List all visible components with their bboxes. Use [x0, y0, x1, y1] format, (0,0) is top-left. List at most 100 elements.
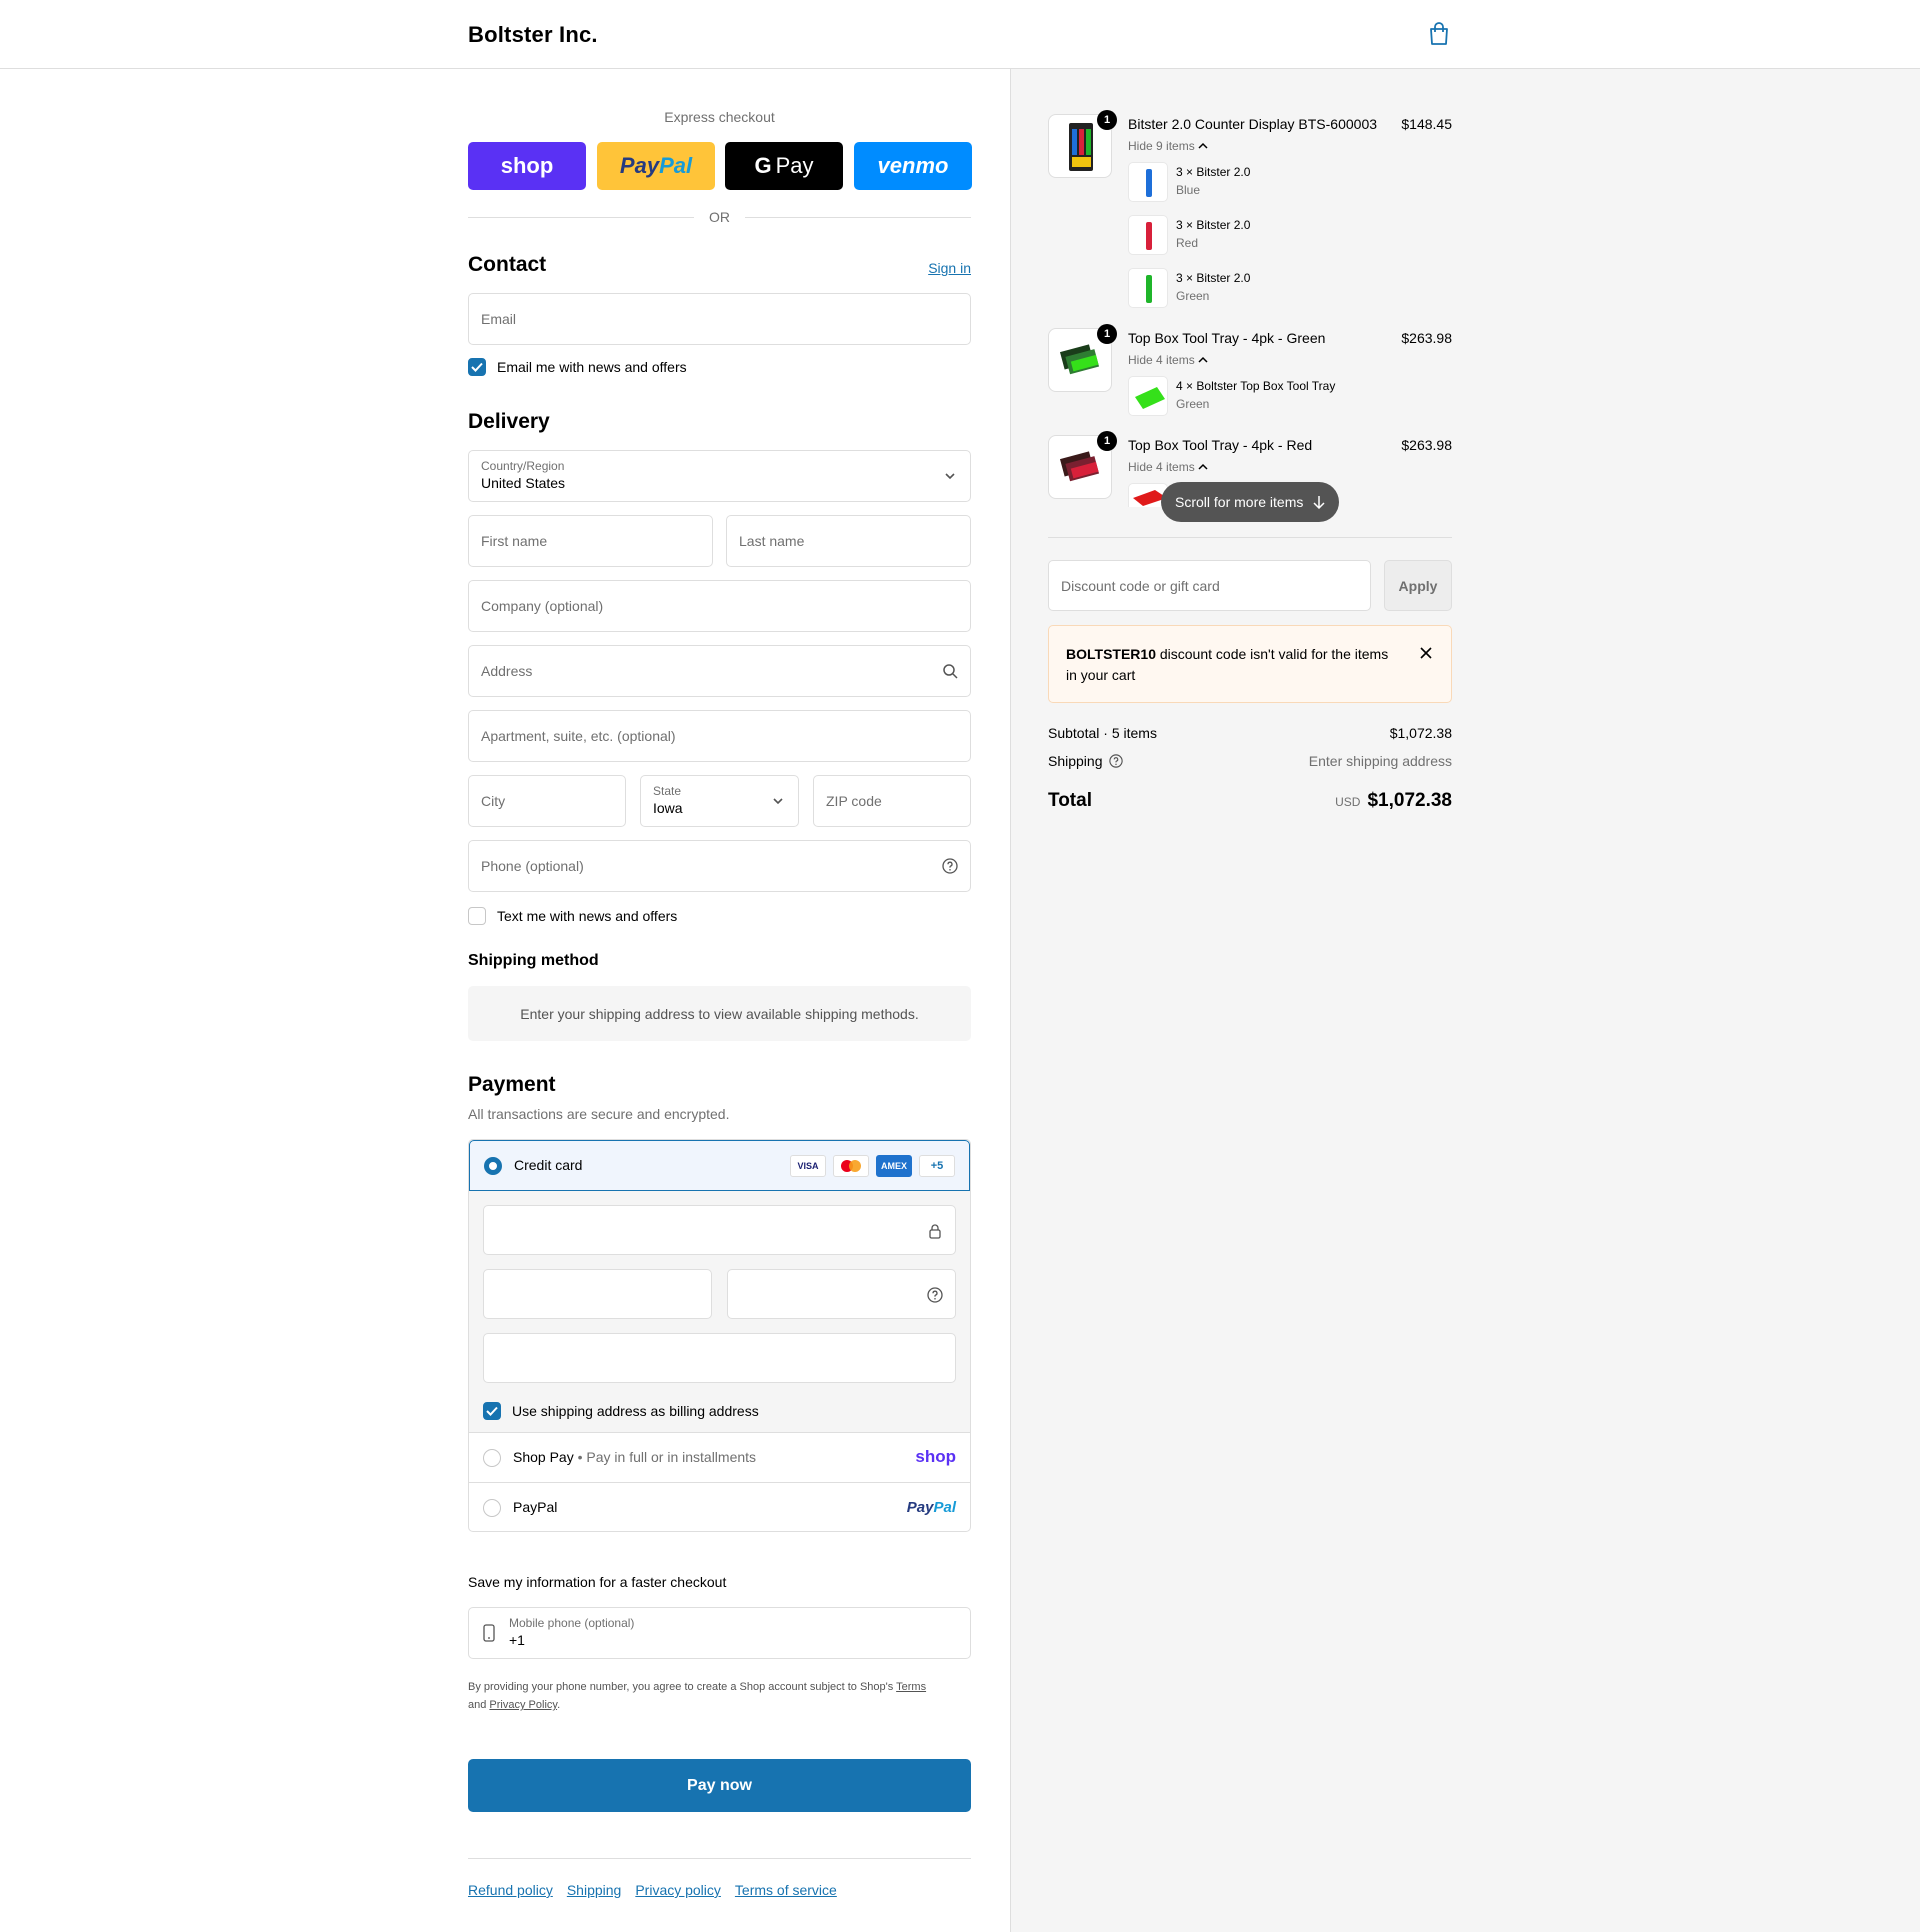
billing-same-checkbox[interactable] [483, 1402, 501, 1420]
search-icon [943, 664, 958, 679]
shop-pay-subtext: Pay in full or in installments [586, 1449, 757, 1465]
credit-card-option[interactable]: Credit card VISA AMEX +5 [469, 1140, 970, 1191]
name-on-card-field[interactable] [483, 1333, 956, 1383]
currency-code: USD [1335, 795, 1361, 809]
hide-items-label: Hide 4 items [1128, 353, 1195, 367]
shop-pay-radio[interactable] [483, 1449, 501, 1467]
visa-label: VISA [797, 1161, 819, 1171]
email-field[interactable]: Email [468, 293, 971, 345]
arrow-down-icon [1313, 496, 1325, 509]
credit-card-radio[interactable] [484, 1157, 502, 1175]
state-select[interactable]: State Iowa [640, 775, 799, 827]
card-number-field[interactable] [483, 1205, 956, 1255]
refund-policy-link[interactable]: Refund policy [468, 1882, 553, 1898]
help-icon[interactable] [1108, 754, 1123, 768]
paypal-logo-1: Pay [619, 153, 660, 178]
address-field[interactable]: Address [468, 645, 971, 697]
hide-items-label: Hide 9 items [1128, 139, 1195, 153]
zip-field[interactable]: ZIP code [813, 775, 971, 827]
google-g-icon: G [754, 153, 772, 178]
shop-terms-link[interactable]: Terms [896, 1681, 926, 1693]
bundle-item-thumbnail [1128, 268, 1168, 308]
email-news-label: Email me with news and offers [497, 359, 687, 375]
city-field[interactable]: City [468, 775, 626, 827]
hide-items-toggle[interactable]: Hide 4 items [1128, 353, 1208, 367]
shop-legal-text: By providing your phone number, you agre… [468, 1678, 971, 1714]
times-sign: × [1186, 165, 1194, 179]
quantity-badge: 1 [1097, 110, 1117, 130]
summary-divider [1048, 537, 1452, 538]
venmo-label: venmo [877, 153, 949, 178]
bitster-red-image [1146, 222, 1152, 250]
shop-privacy-link[interactable]: Privacy Policy [489, 1699, 557, 1711]
payment-title: Payment [468, 1073, 556, 1096]
mobile-phone-field[interactable]: Mobile phone (optional) +1 [468, 1607, 971, 1659]
pay-now-button[interactable]: Pay now [468, 1759, 971, 1812]
apply-discount-button[interactable]: Apply [1384, 560, 1452, 611]
mobile-phone-icon [483, 1624, 495, 1642]
address-placeholder: Address [481, 663, 533, 679]
contact-title: Contact [468, 253, 547, 276]
shop-pay-express-button[interactable]: shop [468, 142, 586, 190]
product-name: Bitster 2.0 Counter Display BTS-600003 [1128, 116, 1378, 132]
payment-subtitle: All transactions are secure and encrypte… [468, 1106, 730, 1122]
shop-pay-label: Shop Pay • Pay in full or in installment… [513, 1449, 757, 1465]
apartment-field[interactable]: Apartment, suite, etc. (optional) [468, 710, 971, 762]
pay-now-label: Pay now [687, 1776, 752, 1794]
express-checkout-label: Express checkout [664, 109, 775, 125]
hide-items-toggle[interactable]: Hide 9 items [1128, 139, 1208, 153]
first-name-field[interactable]: First name [468, 515, 713, 567]
terms-of-service-link[interactable]: Terms of service [735, 1882, 837, 1898]
security-code-field[interactable] [727, 1269, 956, 1319]
hide-items-label: Hide 4 items [1128, 460, 1195, 474]
shop-pay-name: Shop Pay [513, 1449, 574, 1465]
last-name-field[interactable]: Last name [726, 515, 971, 567]
text-news-checkbox[interactable] [468, 907, 486, 925]
product-price: $263.98 [1401, 437, 1452, 453]
cart-bag-icon[interactable] [1428, 22, 1450, 46]
discount-error-message: BOLTSTER10 discount code isn't valid for… [1066, 644, 1396, 686]
shipping-method-message: Enter your shipping address to view avai… [520, 1005, 919, 1022]
amex-label: AMEX [880, 1161, 907, 1171]
google-pay-express-button[interactable]: G Pay [725, 142, 843, 190]
sign-in-link[interactable]: Sign in [928, 260, 971, 276]
bundle-item-qty: 3 [1176, 271, 1183, 285]
brand-logo[interactable]: Boltster Inc. [468, 22, 598, 48]
close-icon[interactable] [1419, 646, 1433, 660]
bundle-item-thumbnail [1128, 376, 1168, 416]
company-field[interactable]: Company (optional) [468, 580, 971, 632]
quantity-badge: 1 [1097, 431, 1117, 451]
bitster-green-image [1146, 275, 1152, 303]
expiration-date-field[interactable] [483, 1269, 712, 1319]
chevron-down-icon [945, 473, 955, 480]
help-icon[interactable] [927, 1287, 943, 1303]
bundle-item-thumbnail [1128, 162, 1168, 202]
paypal-option[interactable]: PayPal PayPal [469, 1483, 970, 1531]
shipping-method-notice: Enter your shipping address to view avai… [468, 986, 971, 1041]
phone-field[interactable]: Phone (optional) [468, 840, 971, 892]
quantity-badge: 1 [1097, 324, 1117, 344]
hide-items-toggle[interactable]: Hide 4 items [1128, 460, 1208, 474]
bundle-item-qty: 3 [1176, 165, 1183, 179]
text-news-label: Text me with news and offers [497, 908, 678, 924]
shipping-method-title: Shipping method [468, 952, 599, 969]
state-value: Iowa [653, 800, 683, 816]
shop-pay-option[interactable]: Shop Pay • Pay in full or in installment… [469, 1433, 970, 1483]
bundle-item-title: Bitster 2.0 [1196, 218, 1251, 232]
shipping-policy-link[interactable]: Shipping [567, 1882, 622, 1898]
legal-text-2: and [468, 1699, 490, 1711]
footer-divider [468, 1858, 971, 1859]
paypal-express-button[interactable]: Pay Pal [597, 142, 715, 190]
last-name-placeholder: Last name [739, 533, 805, 549]
venmo-express-button[interactable]: venmo [854, 142, 972, 190]
paypal-radio[interactable] [483, 1499, 501, 1517]
discount-code-input[interactable]: Discount code or gift card [1048, 560, 1371, 611]
email-news-checkbox[interactable] [468, 358, 486, 376]
zip-placeholder: ZIP code [826, 793, 882, 809]
privacy-policy-link[interactable]: Privacy policy [635, 1882, 721, 1898]
scroll-for-more-items-button[interactable]: Scroll for more items [1161, 482, 1340, 522]
more-cards-label: +5 [930, 1160, 944, 1172]
country-value: United States [481, 475, 566, 491]
help-icon[interactable] [942, 858, 958, 874]
country-select[interactable]: Country/Region United States [468, 450, 971, 502]
